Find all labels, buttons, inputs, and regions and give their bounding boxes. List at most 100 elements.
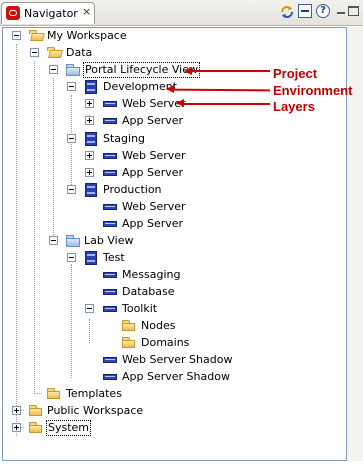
expand-toggle[interactable] [12, 406, 21, 415]
collapse-toggle[interactable] [30, 48, 39, 57]
layer-icon [102, 285, 118, 299]
environment-icon [83, 132, 99, 146]
tree-item-label: App Server Shadow [122, 370, 230, 383]
tree-item-nodes[interactable]: Nodes [0, 318, 300, 334]
tab-navigator[interactable]: Navigator × [1, 2, 95, 24]
collapse-toggle[interactable] [12, 31, 21, 40]
view-titlebar: Navigator × ? [0, 0, 363, 26]
collapse-toggle[interactable] [67, 253, 76, 262]
tree-item-label: Domains [141, 336, 190, 349]
tree-item-app-server[interactable]: App Server [0, 165, 300, 181]
layers-arrow [182, 103, 270, 105]
callout-environment: Environment [273, 83, 353, 98]
minimize-view-icon[interactable] [334, 4, 348, 18]
layer-icon [102, 97, 118, 111]
expand-toggle[interactable] [85, 116, 94, 125]
collapse-toggle[interactable] [67, 82, 76, 91]
view-folder-icon [65, 63, 81, 77]
tree-item-label: Messaging [122, 268, 181, 281]
tree-item-label: Web Server Shadow [122, 353, 233, 366]
tree-item-toolkit[interactable]: Toolkit [0, 301, 300, 317]
tree-item-database[interactable]: Database [0, 284, 300, 300]
tree-item-staging[interactable]: Staging [0, 131, 300, 147]
tree-item-label: App Server [122, 217, 184, 230]
layer-icon [102, 200, 118, 214]
layer-icon [102, 302, 118, 316]
tree-item-public-workspace[interactable]: Public Workspace [0, 403, 300, 419]
expand-toggle[interactable] [12, 423, 21, 432]
tab-label: Navigator [24, 7, 78, 20]
callout-project: Project [273, 66, 318, 81]
project-arrow [190, 70, 270, 72]
layer-icon [102, 268, 118, 282]
tree-item-label: Web Server [122, 149, 186, 162]
tree-item-lab-view[interactable]: Lab View [0, 233, 300, 249]
tree-item-label: App Server [122, 166, 184, 179]
tree-item-label: My Workspace [47, 29, 127, 42]
navigator-icon [6, 6, 20, 20]
tree-item-label: Toolkit [122, 302, 158, 315]
tree-item-label: Test [103, 251, 125, 264]
folder-icon [46, 387, 62, 401]
tree-item-label: Portal Lifecycle View [83, 62, 200, 78]
tree-item-label: Nodes [141, 319, 176, 332]
folder-icon [121, 336, 137, 350]
expand-toggle[interactable] [85, 151, 94, 160]
collapse-toggle[interactable] [49, 65, 58, 74]
layer-icon [102, 217, 118, 231]
environment-icon [83, 183, 99, 197]
tree-item-templates[interactable]: Templates [0, 386, 300, 402]
tree-item-label: Staging [103, 132, 146, 145]
tree-item-label: Database [122, 285, 175, 298]
tree-item-test[interactable]: Test [0, 250, 300, 266]
collapse-toggle[interactable] [49, 236, 58, 245]
tree-item-data[interactable]: Data [0, 45, 300, 61]
tree-item-system[interactable]: System [0, 420, 300, 436]
project-arrowhead [184, 67, 192, 75]
folder-icon [28, 404, 44, 418]
folder-icon [28, 421, 44, 435]
tree-item-app-server[interactable]: App Server [0, 113, 300, 129]
tree-item-web-server[interactable]: Web Server [0, 148, 300, 164]
collapse-toggle[interactable] [85, 304, 94, 313]
close-icon[interactable]: × [82, 6, 91, 18]
tree-item-web-server-shadow[interactable]: Web Server Shadow [0, 352, 300, 368]
tree-item-web-server[interactable]: Web Server [0, 199, 300, 215]
collapse-all-icon[interactable] [298, 4, 312, 18]
tree-item-messaging[interactable]: Messaging [0, 267, 300, 283]
layer-icon [102, 353, 118, 367]
environment-icon [83, 251, 99, 265]
folder-open-icon [46, 46, 62, 60]
layer-icon [102, 149, 118, 163]
tree-item-label: Web Server [122, 200, 186, 213]
layer-icon [102, 114, 118, 128]
tree-item-label: Lab View [84, 234, 134, 247]
maximize-view-icon[interactable] [348, 6, 359, 16]
tree-item-production[interactable]: Production [0, 182, 300, 198]
collapse-toggle[interactable] [67, 185, 76, 194]
sync-icon[interactable] [279, 4, 293, 18]
tree-item-label: Production [103, 183, 162, 196]
tree-item-label: App Server [122, 114, 184, 127]
expand-toggle[interactable] [85, 99, 94, 108]
layer-icon [102, 166, 118, 180]
folder-open-icon [28, 29, 44, 43]
tree-item-label: System [45, 420, 92, 436]
callout-layers: Layers [273, 99, 315, 114]
tree-item-app-server[interactable]: App Server [0, 216, 300, 232]
tree-item-label: Templates [66, 387, 122, 400]
tree-item-development[interactable]: Development [0, 79, 300, 95]
tree-item-label: Public Workspace [47, 404, 144, 417]
environment-arrowhead [166, 85, 174, 93]
environment-icon [83, 80, 99, 94]
tree-item-label: Data [66, 46, 93, 59]
tree-item-my-workspace[interactable]: My Workspace [0, 28, 300, 44]
folder-icon [121, 319, 137, 333]
help-icon[interactable]: ? [316, 4, 330, 18]
collapse-toggle[interactable] [67, 134, 76, 143]
view-folder-icon [65, 234, 81, 248]
tree-item-app-server-shadow[interactable]: App Server Shadow [0, 369, 300, 385]
layer-icon [102, 370, 118, 384]
expand-toggle[interactable] [85, 168, 94, 177]
tree-item-domains[interactable]: Domains [0, 335, 300, 351]
